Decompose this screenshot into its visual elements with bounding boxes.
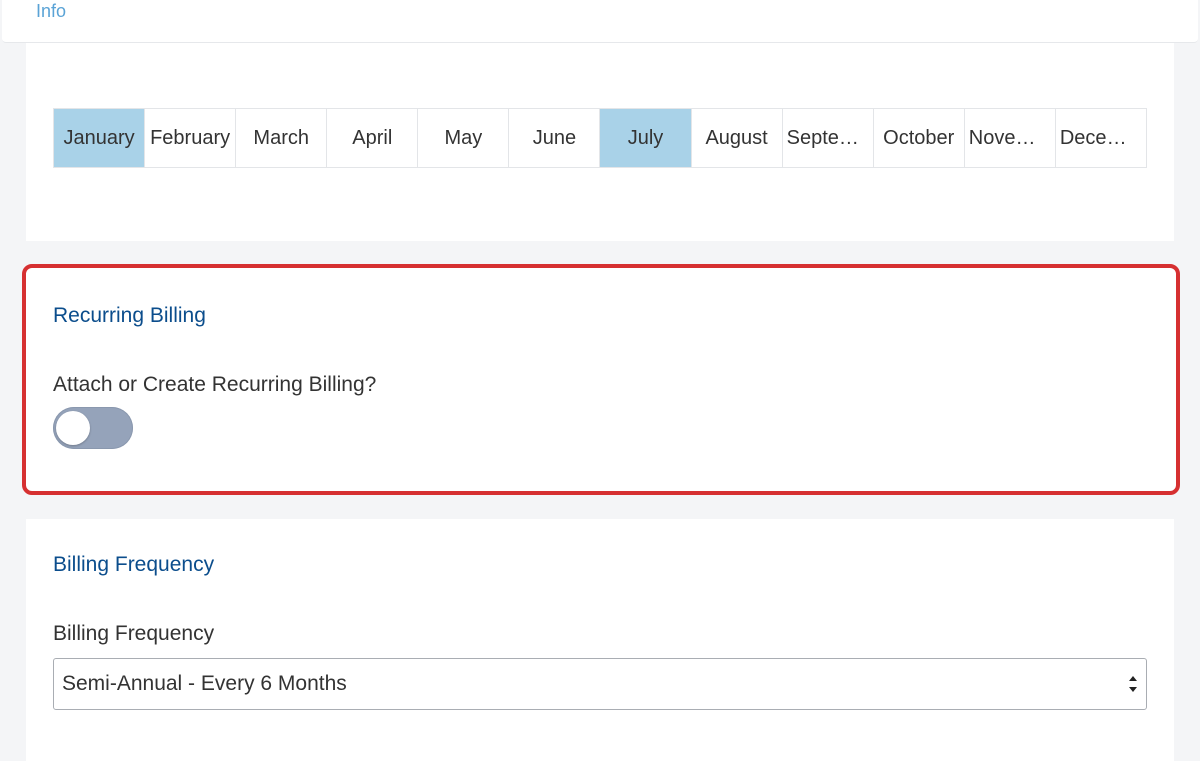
month-label: August: [705, 126, 768, 149]
month-label: March: [253, 126, 309, 149]
month-november[interactable]: November: [964, 109, 1056, 167]
month-march[interactable]: March: [236, 109, 328, 167]
toggle-knob: [56, 411, 90, 445]
recurring-billing-title: Recurring Billing: [53, 304, 206, 327]
month-label: November: [968, 126, 1051, 149]
month-june[interactable]: June: [509, 109, 601, 167]
month-label: October: [883, 126, 955, 149]
month-february[interactable]: February: [145, 109, 237, 167]
recurring-billing-toggle[interactable]: [53, 407, 133, 449]
month-august[interactable]: August: [691, 109, 783, 167]
month-label: February: [150, 126, 231, 149]
month-selector: January February March April May June Ju…: [53, 108, 1147, 168]
month-july[interactable]: July: [600, 109, 692, 167]
top-tab-bar: Info: [2, 0, 1198, 43]
recurring-billing-card: Recurring Billing Attach or Create Recur…: [22, 264, 1180, 495]
month-december[interactable]: December: [1055, 109, 1147, 167]
tab-info[interactable]: Info: [36, 1, 66, 22]
billing-frequency-label: Billing Frequency: [53, 622, 215, 645]
month-label: July: [627, 126, 664, 149]
billing-frequency-select[interactable]: Semi-Annual - Every 6 Months: [53, 658, 1147, 710]
select-value: Semi-Annual - Every 6 Months: [62, 672, 347, 695]
billing-frequency-title: Billing Frequency: [53, 553, 215, 576]
month-label: September: [786, 126, 869, 149]
month-label: December: [1059, 126, 1142, 149]
month-january[interactable]: January: [54, 109, 146, 167]
month-may[interactable]: May: [418, 109, 510, 167]
month-september[interactable]: September: [782, 109, 874, 167]
billing-frequency-card: Billing Frequency Billing Frequency Semi…: [26, 519, 1174, 761]
month-label: January: [63, 126, 135, 149]
month-label: June: [532, 126, 577, 149]
select-arrows-icon: [1129, 676, 1137, 692]
month-april[interactable]: April: [327, 109, 419, 167]
month-october[interactable]: October: [873, 109, 965, 167]
month-label: April: [352, 126, 393, 149]
month-selector-card: January February March April May June Ju…: [26, 43, 1174, 241]
recurring-billing-question: Attach or Create Recurring Billing?: [53, 373, 377, 396]
month-label: May: [444, 126, 483, 149]
